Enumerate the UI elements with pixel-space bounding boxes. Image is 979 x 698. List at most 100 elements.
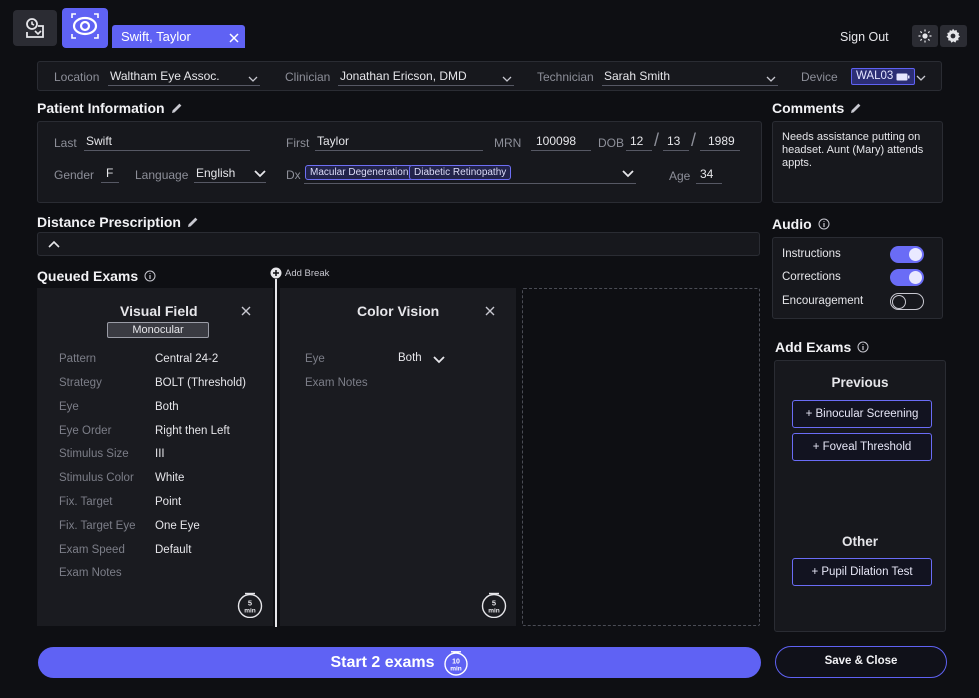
- dx-select[interactable]: Macular Degeneration Diabetic Retinopath…: [304, 164, 636, 184]
- location-label: Location: [54, 70, 100, 84]
- exam-row-value[interactable]: Right then Left: [155, 425, 230, 437]
- exam-row-label: Stimulus Size: [59, 448, 129, 460]
- info-icon[interactable]: [818, 218, 830, 230]
- exam-row-value[interactable]: Central 24-2: [155, 353, 218, 365]
- exam-row-label: Strategy: [59, 377, 102, 389]
- add-binocular-screening-button[interactable]: + Binocular Screening: [792, 400, 932, 428]
- add-foveal-threshold-button[interactable]: + Foveal Threshold: [792, 433, 932, 461]
- exam-row-label: Eye: [59, 401, 79, 413]
- exam-row-label: Fix. Target Eye: [59, 520, 136, 532]
- audio-heading: Audio: [772, 216, 830, 232]
- pencil-icon[interactable]: [850, 102, 862, 114]
- exam-row-value[interactable]: III: [155, 448, 165, 460]
- svg-text:min: min: [244, 608, 256, 615]
- timer-icon: 5 min: [481, 592, 507, 618]
- dob-label: DOB: [598, 136, 625, 150]
- chevron-down-icon: [248, 76, 258, 82]
- exam-row-value[interactable]: Default: [155, 544, 191, 556]
- dob-month-field[interactable]: 12: [626, 133, 652, 151]
- dx-tag[interactable]: Macular Degeneration: [305, 165, 414, 180]
- location-bar: Location Waltham Eye Assoc. Clinician Jo…: [37, 61, 942, 91]
- chevron-down-icon: [502, 76, 512, 82]
- dx-label: Dx: [286, 168, 301, 182]
- exam-title: Visual Field: [120, 303, 198, 319]
- age-field[interactable]: 34: [696, 166, 722, 184]
- distance-rx-panel[interactable]: [37, 232, 760, 256]
- settings-button[interactable]: [940, 25, 967, 47]
- close-icon[interactable]: [485, 306, 495, 316]
- audio-panel: Instructions Corrections Encouragement: [772, 237, 943, 319]
- technician-select[interactable]: Sarah Smith: [602, 68, 778, 86]
- dob-year-field[interactable]: 1989: [700, 133, 740, 151]
- patient-tab[interactable]: Swift, Taylor: [112, 25, 245, 48]
- add-break-button[interactable]: Add Break: [270, 266, 329, 280]
- comments-heading: Comments: [772, 100, 862, 116]
- dob-day-field[interactable]: 13: [663, 133, 689, 151]
- comments-text: Needs assistance putting on headset. Aun…: [782, 131, 924, 169]
- last-name-field[interactable]: Swift: [84, 133, 250, 151]
- exam-row-value[interactable]: Point: [155, 496, 181, 508]
- clinician-label: Clinician: [285, 70, 331, 84]
- dx-tag[interactable]: Diabetic Retinopathy: [409, 165, 512, 180]
- info-icon[interactable]: [144, 270, 156, 282]
- exam-view-button[interactable]: [62, 8, 108, 48]
- audio-corrections-toggle[interactable]: [890, 269, 924, 286]
- pencil-icon[interactable]: [171, 102, 183, 114]
- exam-row-value[interactable]: Both: [155, 401, 179, 413]
- location-select[interactable]: Waltham Eye Assoc.: [108, 68, 260, 86]
- device-badge: WAL03: [851, 68, 916, 85]
- comments-box[interactable]: Needs assistance putting on headset. Aun…: [772, 121, 943, 203]
- exam-card-color-vision[interactable]: Color Vision: [280, 288, 516, 626]
- audio-encouragement-toggle[interactable]: [890, 293, 924, 310]
- exam-drop-slot[interactable]: [522, 288, 760, 626]
- last-name-label: Last: [54, 136, 77, 150]
- chevron-down-icon: [766, 76, 776, 82]
- chevron-down-icon: [254, 170, 266, 178]
- close-icon[interactable]: [229, 33, 239, 43]
- eye-target-icon: [71, 13, 99, 39]
- break-divider[interactable]: [275, 279, 277, 627]
- language-select[interactable]: English: [194, 165, 266, 183]
- history-button[interactable]: [13, 10, 57, 46]
- exam-notes-label[interactable]: Exam Notes: [59, 567, 122, 579]
- exam-row-value[interactable]: BOLT (Threshold): [155, 377, 246, 389]
- exam-row-label: Exam Speed: [59, 544, 125, 556]
- sign-out-link[interactable]: Sign Out: [840, 30, 889, 44]
- timer-icon: 10 min: [443, 650, 468, 676]
- previous-heading: Previous: [831, 375, 889, 390]
- mrn-field[interactable]: 100098: [531, 133, 591, 151]
- other-heading: Other: [841, 534, 878, 549]
- add-pupil-dilation-test-button[interactable]: + Pupil Dilation Test: [792, 558, 932, 586]
- pencil-icon[interactable]: [187, 216, 199, 228]
- monocular-badge[interactable]: Monocular: [107, 322, 209, 338]
- first-name-field[interactable]: Taylor: [315, 133, 483, 151]
- audio-instructions-label: Instructions: [782, 248, 841, 260]
- dob-separator: /: [691, 130, 697, 150]
- first-name-label: First: [286, 136, 310, 150]
- gender-field[interactable]: F: [101, 165, 119, 183]
- chevron-down-icon: [622, 170, 634, 178]
- clinician-select[interactable]: Jonathan Ericson, DMD: [338, 68, 514, 86]
- svg-text:min: min: [488, 608, 500, 615]
- age-label: Age: [669, 169, 691, 183]
- dob-separator: /: [654, 130, 660, 150]
- audio-instructions-toggle[interactable]: [890, 246, 924, 263]
- start-exams-button[interactable]: Start 2 exams 10 min: [38, 647, 761, 678]
- exam-row-value[interactable]: White: [155, 472, 184, 484]
- exam-row-label: Pattern: [59, 353, 97, 365]
- chevron-up-icon[interactable]: [48, 240, 60, 250]
- exam-row-label: Eye: [305, 353, 325, 365]
- svg-text:min: min: [450, 665, 462, 672]
- device-select[interactable]: WAL03: [850, 68, 928, 86]
- audio-encouragement-label: Encouragement: [782, 295, 864, 307]
- eye-select[interactable]: Both: [398, 351, 450, 367]
- close-icon[interactable]: [241, 306, 251, 316]
- svg-text:5: 5: [492, 599, 496, 608]
- exam-row-value[interactable]: One Eye: [155, 520, 200, 532]
- info-icon[interactable]: [857, 341, 869, 353]
- gender-label: Gender: [54, 168, 95, 182]
- save-close-button[interactable]: Save & Close: [775, 646, 947, 678]
- exam-row-label: Eye Order: [59, 425, 112, 437]
- exam-notes-label[interactable]: Exam Notes: [305, 377, 368, 389]
- theme-toggle-button[interactable]: [912, 25, 938, 47]
